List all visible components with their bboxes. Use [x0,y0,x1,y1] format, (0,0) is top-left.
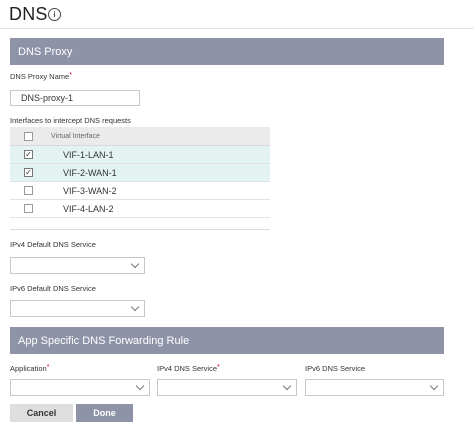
info-icon[interactable]: i [48,8,61,21]
select-all-checkbox[interactable] [24,131,33,141]
interface-name: VIF-3-WAN-2 [63,185,117,196]
table-row[interactable]: VIF-4-LAN-2 [10,200,270,218]
app-dns-section-title: App Specific DNS Forwarding Rule [18,334,190,347]
chevron-down-icon [135,381,145,391]
application-select[interactable] [10,379,150,396]
page-title: DNS [9,4,48,24]
cancel-button[interactable]: Cancel [10,404,73,422]
row-checkbox[interactable] [24,204,33,213]
interface-name: VIF-2-WAN-1 [63,167,117,178]
ipv6-dns-service-select[interactable] [305,379,444,396]
ipv4-dns-service-select[interactable] [157,379,297,396]
application-label: Application* [10,364,50,373]
table-row[interactable]: ✓ VIF-2-WAN-1 [10,164,270,182]
dns-proxy-section-header: DNS Proxy [10,38,444,65]
row-checkbox[interactable]: ✓ [24,150,33,159]
required-marker: * [217,364,220,371]
chevron-down-icon [130,302,140,312]
interface-name: VIF-1-LAN-1 [63,149,114,160]
proxy-name-input[interactable]: DNS-proxy-1 [10,90,140,106]
interfaces-label: Interfaces to intercept DNS requests [10,116,131,125]
interfaces-table: Virtual Interface ✓ VIF-1-LAN-1 ✓ VIF-2-… [10,127,270,218]
ipv6-default-dns-select[interactable] [10,300,145,317]
table-row[interactable]: ✓ VIF-1-LAN-1 [10,146,270,164]
ipv4-dns-service-label: IPv4 DNS Service* [157,364,220,373]
interface-name: VIF-4-LAN-2 [63,203,114,214]
row-checkbox[interactable] [24,186,33,195]
virtual-interface-column-header: Virtual Interface [51,132,100,140]
chevron-down-icon [282,381,292,391]
required-marker: * [46,364,50,371]
interfaces-table-header: Virtual Interface [10,127,270,146]
title-divider [0,28,474,29]
table-row[interactable]: VIF-3-WAN-2 [10,182,270,200]
app-dns-section-header: App Specific DNS Forwarding Rule [10,327,444,354]
ipv4-default-dns-select[interactable] [10,257,145,274]
proxy-name-label: DNS Proxy Name* [10,72,72,81]
done-button[interactable]: Done [76,404,133,422]
ipv4-default-label: IPv4 Default DNS Service [10,240,96,249]
section-divider [10,229,270,230]
ipv6-dns-service-label: IPv6 DNS Service [305,364,366,373]
row-checkbox[interactable]: ✓ [24,168,33,177]
chevron-down-icon [429,381,439,391]
required-marker: * [69,72,72,79]
ipv6-default-label: IPv6 Default DNS Service [10,284,96,293]
dns-proxy-section-title: DNS Proxy [18,45,73,58]
chevron-down-icon [130,259,140,269]
